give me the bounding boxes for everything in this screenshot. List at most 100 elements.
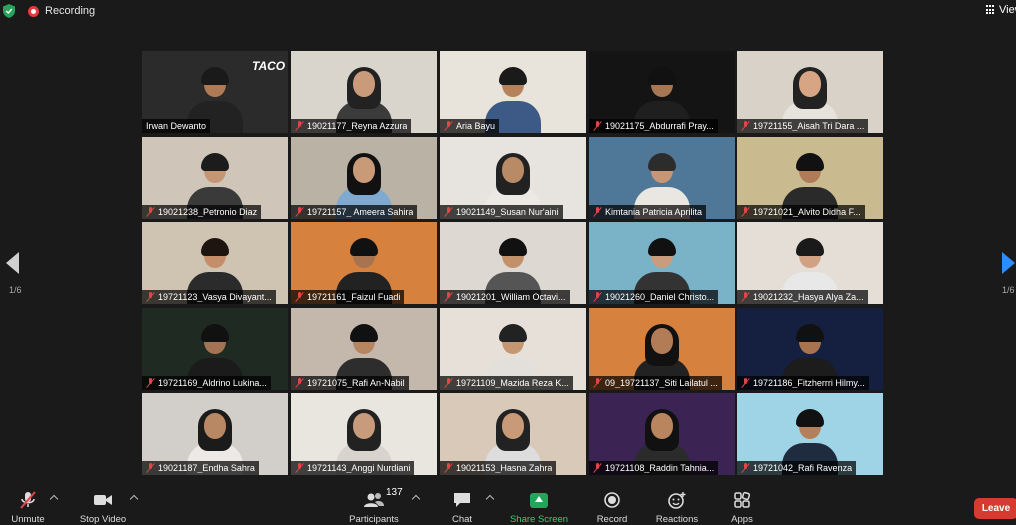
participant-name: 19021149_Susan Nur'aini <box>456 207 559 217</box>
participant-nameplate: 19721042_Rafi Ravenza <box>737 461 857 475</box>
microphone-muted-icon <box>20 491 36 509</box>
participant-nameplate: 19721155_Aisah Tri Dara ... <box>737 119 869 133</box>
muted-microphone-icon <box>593 378 602 388</box>
participant-video-tile[interactable]: 19721108_Raddin Tahnia... <box>589 393 735 475</box>
apps-button[interactable]: Apps <box>700 485 784 525</box>
participant-video-tile[interactable]: 19721143_Anggi Nurdiani <box>291 393 437 475</box>
participant-video-tile[interactable]: 19021153_Hasna Zahra <box>440 393 586 475</box>
smiley-reactions-icon <box>668 492 686 509</box>
participant-name: 19021238_Petronio Diaz <box>158 207 258 217</box>
participant-video-tile[interactable]: 19021175_Abdurrafi Pray... <box>589 51 735 133</box>
stop-video-label: Stop Video <box>79 514 127 525</box>
unmute-label: Unmute <box>11 514 45 525</box>
gallery-view-grid: TACO Irwan Dewanto 19021177_Reyna Azzura Ar… <box>142 51 883 475</box>
arrow-left-icon <box>6 252 19 274</box>
page-indicator-left: 1/6 <box>9 285 22 295</box>
meeting-controls-toolbar: Unmute Stop Video Participants 137 Chat … <box>0 485 1016 525</box>
participant-video-tile[interactable]: 19021232_Hasya Alya Za... <box>737 222 883 304</box>
muted-microphone-icon <box>444 292 453 302</box>
share-screen-icon <box>530 493 548 508</box>
participant-name: 19721157_ Ameera Sahira <box>307 207 414 217</box>
view-label: View <box>999 4 1016 16</box>
muted-microphone-icon <box>146 463 155 473</box>
participant-nameplate: 19021238_Petronio Diaz <box>142 205 262 219</box>
participant-video-tile[interactable]: 19721161_Faizul Fuadi <box>291 222 437 304</box>
chat-label: Chat <box>451 514 473 525</box>
security-shield-icon[interactable] <box>3 4 15 18</box>
participant-name: 19021177_Reyna Azzura <box>307 121 408 131</box>
previous-page-button[interactable] <box>6 252 19 274</box>
muted-microphone-icon <box>741 121 750 131</box>
muted-microphone-icon <box>295 463 304 473</box>
participant-video-tile[interactable]: 19021187_Endha Sahra <box>142 393 288 475</box>
participant-nameplate: 19021149_Susan Nur'aini <box>440 205 563 219</box>
participant-video-tile[interactable]: 19721075_Rafi An-Nabil <box>291 308 437 390</box>
participant-name: 19021232_Hasya Alya Za... <box>753 292 864 302</box>
participant-name: 19721021_Alvito Didha F... <box>753 207 861 217</box>
participant-video-tile[interactable]: 19021177_Reyna Azzura <box>291 51 437 133</box>
meeting-top-bar: Recording View <box>0 0 1016 24</box>
muted-microphone-icon <box>593 292 602 302</box>
participants-button[interactable]: Participants <box>332 485 416 525</box>
arrow-right-icon <box>1002 252 1015 274</box>
participant-nameplate: 19721109_Mazida Reza K... <box>440 376 573 390</box>
record-icon <box>604 492 620 508</box>
participant-video-tile[interactable]: 19021149_Susan Nur'aini <box>440 137 586 219</box>
participant-nameplate: 19021260_Daniel Christo... <box>589 290 719 304</box>
participant-nameplate: 19021153_Hasna Zahra <box>440 461 557 475</box>
muted-microphone-icon <box>295 378 304 388</box>
participant-video-tile[interactable]: 19721169_Aldrino Lukina... <box>142 308 288 390</box>
participant-name: Irwan Dewanto <box>146 121 207 131</box>
participant-name: 19721108_Raddin Tahnia... <box>605 463 715 473</box>
participant-name: 19721123_Vasya Divayant... <box>158 292 272 302</box>
participant-video-tile[interactable]: 19021260_Daniel Christo... <box>589 222 735 304</box>
chat-bubble-icon <box>454 493 470 507</box>
stop-video-button[interactable]: Stop Video <box>61 485 145 525</box>
participant-nameplate: 09_19721137_Siti Lailatul ... <box>589 376 722 390</box>
background-logo: TACO <box>252 59 286 73</box>
participant-name: 19021175_Abdurrafi Pray... <box>605 121 714 131</box>
share-screen-button[interactable]: Share Screen <box>497 485 581 525</box>
participant-nameplate: 19021177_Reyna Azzura <box>291 119 412 133</box>
participant-video-tile[interactable]: Kimtania Patricia Aprilita <box>589 137 735 219</box>
participant-video-tile[interactable]: 19721186_Fitzherrri Hilmy... <box>737 308 883 390</box>
chat-button[interactable]: Chat <box>420 485 504 525</box>
participant-nameplate: 19021232_Hasya Alya Za... <box>737 290 868 304</box>
participant-video-tile[interactable]: 09_19721137_Siti Lailatul ... <box>589 308 735 390</box>
muted-microphone-icon <box>593 463 602 473</box>
participant-video-tile[interactable]: Aria Bayu <box>440 51 586 133</box>
participant-video-tile[interactable]: 19721109_Mazida Reza K... <box>440 308 586 390</box>
participant-video-tile[interactable]: 19721155_Aisah Tri Dara ... <box>737 51 883 133</box>
participant-nameplate: Kimtania Patricia Aprilita <box>589 205 707 219</box>
participant-nameplate: 19721075_Rafi An-Nabil <box>291 376 409 390</box>
participant-video-tile[interactable]: 19721157_ Ameera Sahira <box>291 137 437 219</box>
participant-name: Kimtania Patricia Aprilita <box>605 207 703 217</box>
participant-nameplate: 19721143_Anggi Nurdiani <box>291 461 415 475</box>
participant-name: 19021201_William Octavi... <box>456 292 566 302</box>
muted-microphone-icon <box>741 463 750 473</box>
participant-nameplate: 19021201_William Octavi... <box>440 290 570 304</box>
participant-name: 09_19721137_Siti Lailatul ... <box>605 378 718 388</box>
apps-icon <box>734 491 751 508</box>
participant-video-tile[interactable]: 19021201_William Octavi... <box>440 222 586 304</box>
next-page-button[interactable] <box>1002 252 1015 274</box>
participant-nameplate: 19721161_Faizul Fuadi <box>291 290 405 304</box>
participant-video-tile[interactable]: 19721123_Vasya Divayant... <box>142 222 288 304</box>
unmute-button[interactable]: Unmute <box>0 485 70 525</box>
participant-nameplate: Irwan Dewanto <box>142 119 211 133</box>
view-button[interactable]: View <box>986 4 1016 16</box>
muted-microphone-icon <box>295 121 304 131</box>
leave-meeting-button[interactable]: Leave <box>974 498 1016 519</box>
participant-nameplate: 19721169_Aldrino Lukina... <box>142 376 271 390</box>
apps-label: Apps <box>731 514 753 525</box>
participant-video-tile[interactable]: TACO Irwan Dewanto <box>142 51 288 133</box>
muted-microphone-icon <box>146 292 155 302</box>
participant-video-tile[interactable]: 19721042_Rafi Ravenza <box>737 393 883 475</box>
participant-name: 19721075_Rafi An-Nabil <box>307 378 405 388</box>
participant-video-tile[interactable]: 19021238_Petronio Diaz <box>142 137 288 219</box>
participant-video-tile[interactable]: 19721021_Alvito Didha F... <box>737 137 883 219</box>
participant-name: 19721186_Fitzherrri Hilmy... <box>753 378 865 388</box>
participant-name: 19721169_Aldrino Lukina... <box>158 378 267 388</box>
participant-name: 19721161_Faizul Fuadi <box>307 292 401 302</box>
participant-name: 19721109_Mazida Reza K... <box>456 378 569 388</box>
